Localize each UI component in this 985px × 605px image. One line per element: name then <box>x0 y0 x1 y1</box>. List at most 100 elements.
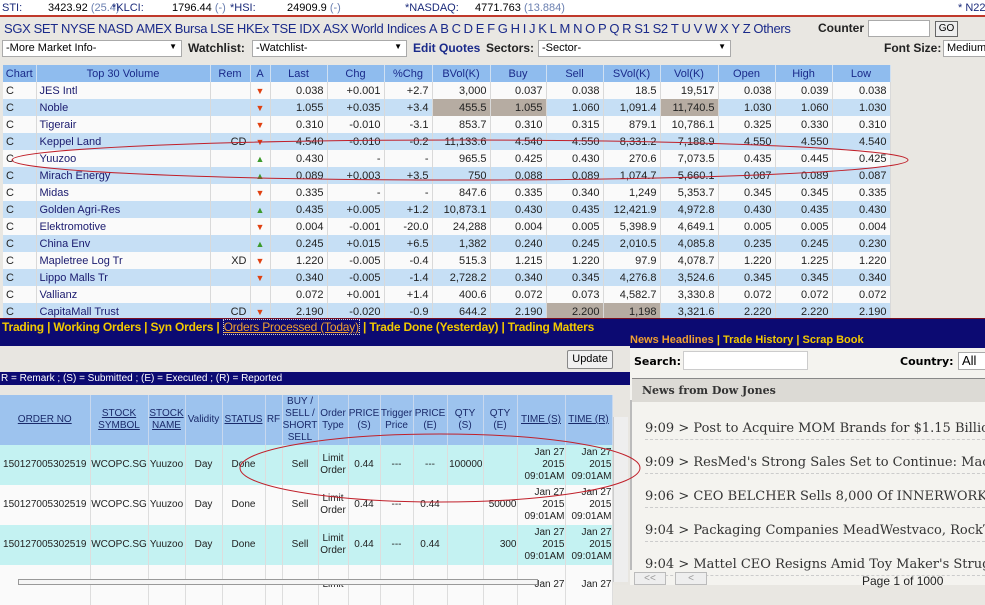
more-market-select[interactable]: -More Market Info- ▼ <box>2 40 182 57</box>
market-link[interactable]: H <box>511 21 520 36</box>
orders-scrollbar[interactable] <box>613 417 628 582</box>
market-link[interactable]: Bursa <box>175 21 208 36</box>
chart-link[interactable]: C <box>3 252 37 269</box>
market-link[interactable]: L <box>550 21 557 36</box>
tab-trading-matters[interactable]: Trading Matters <box>508 320 595 334</box>
market-link[interactable]: E <box>476 21 485 36</box>
table-row[interactable]: C Keppel Land CD ▼ 4.540 -0.010 -0.2 11,133.6 4.… <box>3 133 891 150</box>
market-link[interactable]: TSE <box>272 21 297 36</box>
market-link[interactable]: D <box>464 21 473 36</box>
order-row[interactable]: 150127005302519 WCOPC.SG Yuuzoo Day Done Sell… <box>0 445 613 485</box>
market-link[interactable]: J <box>529 21 536 36</box>
stock-name-link[interactable]: Noble <box>36 99 211 116</box>
column-header[interactable]: Vol(K) <box>660 65 719 82</box>
table-row[interactable]: C JES Intl ▼ 0.038 +0.001 +2.7 3,000 0.037 0.038… <box>3 82 891 99</box>
column-header[interactable]: STATUS <box>222 395 266 445</box>
column-header[interactable]: STOCK NAME <box>148 395 186 445</box>
market-link[interactable]: LSE <box>210 21 234 36</box>
stock-name-link[interactable]: Tigerair <box>36 116 211 133</box>
market-link[interactable]: M <box>560 21 571 36</box>
table-row[interactable]: C Tigerair ▼ 0.310 -0.010 -3.1 853.7 0.310 0.315… <box>3 116 891 133</box>
tab-working-orders[interactable]: Working Orders <box>53 320 141 334</box>
column-header[interactable]: Open <box>718 65 776 82</box>
counter-input[interactable] <box>868 20 930 37</box>
news-item[interactable]: 9:09 > Post to Acquire MOM Brands for $1… <box>645 421 985 440</box>
stock-name-link[interactable]: Mapletree Log Tr <box>36 252 211 269</box>
first-page-button[interactable]: << <box>634 572 666 585</box>
market-link[interactable]: NASD <box>98 21 133 36</box>
news-title[interactable]: ResMed's Strong Sales Set to Continue: M… <box>693 455 985 470</box>
market-link[interactable]: O <box>585 21 595 36</box>
stock-name-link[interactable]: JES Intl <box>36 82 211 99</box>
stock-name-link[interactable]: Vallianz <box>36 286 211 303</box>
market-link[interactable]: B <box>440 21 449 36</box>
column-header[interactable]: STOCK SYMBOL <box>90 395 149 445</box>
tab-syn-orders[interactable]: Syn Orders <box>150 320 213 334</box>
table-row[interactable]: C Mirach Energy ▲ 0.089 +0.003 +3.5 750 0.088 0.… <box>3 167 891 184</box>
order-row[interactable]: 150127005302519 WCOPC.SG Yuuzoo Day Done Sell… <box>0 525 613 565</box>
market-link[interactable]: ASX <box>323 21 348 36</box>
table-row[interactable]: C Mapletree Log Tr XD ▼ 1.220 -0.005 -0.4 515.3… <box>3 252 891 269</box>
market-link[interactable]: T <box>671 21 679 36</box>
market-link[interactable]: R <box>622 21 631 36</box>
market-link[interactable]: W <box>705 21 717 36</box>
market-link[interactable]: S2 <box>653 21 669 36</box>
column-header[interactable]: Chart <box>3 65 37 82</box>
news-title[interactable]: Post to Acquire MOM Brands for $1.15 Bil… <box>693 421 985 436</box>
chart-link[interactable]: C <box>3 133 37 150</box>
stock-name-link[interactable]: Midas <box>36 184 211 201</box>
news-item[interactable]: 9:04 > Packaging Companies MeadWestvaco,… <box>645 523 985 542</box>
chart-link[interactable]: C <box>3 235 37 252</box>
market-link[interactable]: N <box>573 21 582 36</box>
market-link[interactable]: G <box>498 21 508 36</box>
market-link[interactable]: S1 <box>634 21 650 36</box>
table-row[interactable]: C Lippo Malls Tr ▼ 0.340 -0.005 -1.4 2,728.2 0.… <box>3 269 891 286</box>
stock-name-link[interactable]: Elektromotive <box>36 218 211 235</box>
column-header[interactable]: Last <box>270 65 328 82</box>
market-link[interactable]: AMEX <box>136 21 172 36</box>
watchlist-select[interactable]: -Watchlist- ▼ <box>252 40 407 57</box>
chart-link[interactable]: C <box>3 269 37 286</box>
table-row[interactable]: C Midas ▼ 0.335- -847.6 0.335 0.340 1,249 5,353.… <box>3 184 891 201</box>
column-header[interactable]: A <box>250 65 271 82</box>
column-header[interactable]: SVol(K) <box>603 65 661 82</box>
chart-link[interactable]: C <box>3 184 37 201</box>
order-row[interactable]: Limit Jan 27Jan 27 <box>0 565 613 605</box>
market-link[interactable]: IDX <box>299 21 320 36</box>
chart-link[interactable]: C <box>3 218 37 235</box>
column-header[interactable]: Buy <box>490 65 547 82</box>
market-link[interactable]: U <box>682 21 691 36</box>
orders-horizontal-scrollbar[interactable] <box>18 579 538 585</box>
order-row[interactable]: 150127005302519 WCOPC.SG Yuuzoo Day Done Sell… <box>0 485 613 525</box>
news-title[interactable]: Mattel CEO Resigns Amid Toy Maker's Stru… <box>693 557 985 572</box>
news-item[interactable]: 9:06 > CEO BELCHER Sells 8,000 Of INNERW… <box>645 489 985 508</box>
table-row[interactable]: C China Env ▲ 0.245 +0.015 +6.5 1,382 0.240 0.24… <box>3 235 891 252</box>
chart-link[interactable]: C <box>3 201 37 218</box>
stock-name-link[interactable]: Yuuzoo <box>36 150 211 167</box>
column-header[interactable]: TIME (R) <box>565 395 613 445</box>
column-header[interactable]: Top 30 Volume <box>36 65 211 82</box>
news-search-input[interactable] <box>683 351 808 370</box>
table-row[interactable]: C Yuuzoo ▲ 0.430- -965.5 0.425 0.430 270.6 7,073… <box>3 150 891 167</box>
update-button[interactable]: Update <box>567 350 613 369</box>
font-size-select[interactable]: Medium <box>943 40 985 57</box>
market-link[interactable]: Q <box>609 21 619 36</box>
market-link[interactable]: I <box>523 21 527 36</box>
tab-scrap-book[interactable]: Scrap Book <box>802 334 863 346</box>
market-link[interactable]: Others <box>753 21 791 36</box>
market-link[interactable]: V <box>694 21 703 36</box>
chart-link[interactable]: C <box>3 99 37 116</box>
country-select[interactable]: All <box>958 352 985 370</box>
column-header[interactable]: Low <box>832 65 891 82</box>
market-link[interactable]: X <box>720 21 729 36</box>
market-link[interactable]: World Indices <box>351 21 426 36</box>
prev-page-button[interactable]: < <box>675 572 707 585</box>
market-link[interactable]: A <box>429 21 438 36</box>
column-header[interactable]: BVol(K) <box>432 65 491 82</box>
stock-name-link[interactable]: Keppel Land <box>36 133 211 150</box>
market-link[interactable]: P <box>598 21 607 36</box>
table-row[interactable]: C Vallianz 0.072 +0.001 +1.4 400.6 0.072 0.073 4… <box>3 286 891 303</box>
column-header[interactable]: Rem <box>210 65 251 82</box>
stock-name-link[interactable]: China Env <box>36 235 211 252</box>
tab-orders-processed-today[interactable]: Orders Processed (Today) <box>222 319 360 335</box>
